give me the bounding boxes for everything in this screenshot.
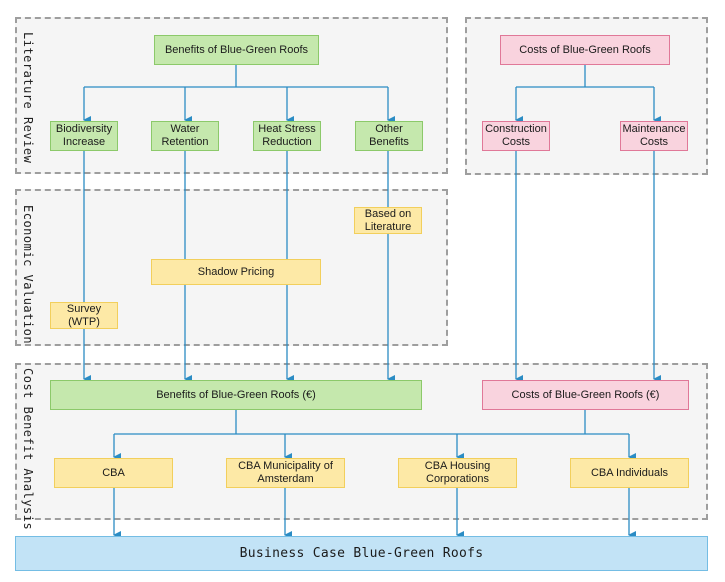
survey-wtp-node: Survey (WTP) bbox=[50, 302, 118, 329]
maintenance-costs-node: Maintenance Costs bbox=[620, 121, 688, 151]
benefits-eur-node: Benefits of Blue-Green Roofs (€) bbox=[50, 380, 422, 410]
biodiversity-increase-node: Biodiversity Increase bbox=[50, 121, 118, 151]
other-benefits-node: Other Benefits bbox=[355, 121, 423, 151]
construction-costs-node: Construction Costs bbox=[482, 121, 550, 151]
shadow-pricing-node: Shadow Pricing bbox=[151, 259, 321, 285]
based-on-literature-node: Based on Literature bbox=[354, 207, 422, 234]
costs-eur-node: Costs of Blue-Green Roofs (€) bbox=[482, 380, 689, 410]
water-retention-node: Water Retention bbox=[151, 121, 219, 151]
cba-housing-corporations-node: CBA Housing Corporations bbox=[398, 458, 517, 488]
costs-of-blue-green-roofs-node: Costs of Blue-Green Roofs bbox=[500, 35, 670, 65]
cba-municipality-node: CBA Municipality of Amsterdam bbox=[226, 458, 345, 488]
cba-individuals-node: CBA Individuals bbox=[570, 458, 689, 488]
connectors bbox=[83, 65, 661, 539]
business-case-node: Business Case Blue-Green Roofs bbox=[15, 536, 708, 571]
cba-node: CBA bbox=[54, 458, 173, 488]
benefits-of-blue-green-roofs-node: Benefits of Blue-Green Roofs bbox=[154, 35, 319, 65]
heat-stress-reduction-node: Heat Stress Reduction bbox=[253, 121, 321, 151]
